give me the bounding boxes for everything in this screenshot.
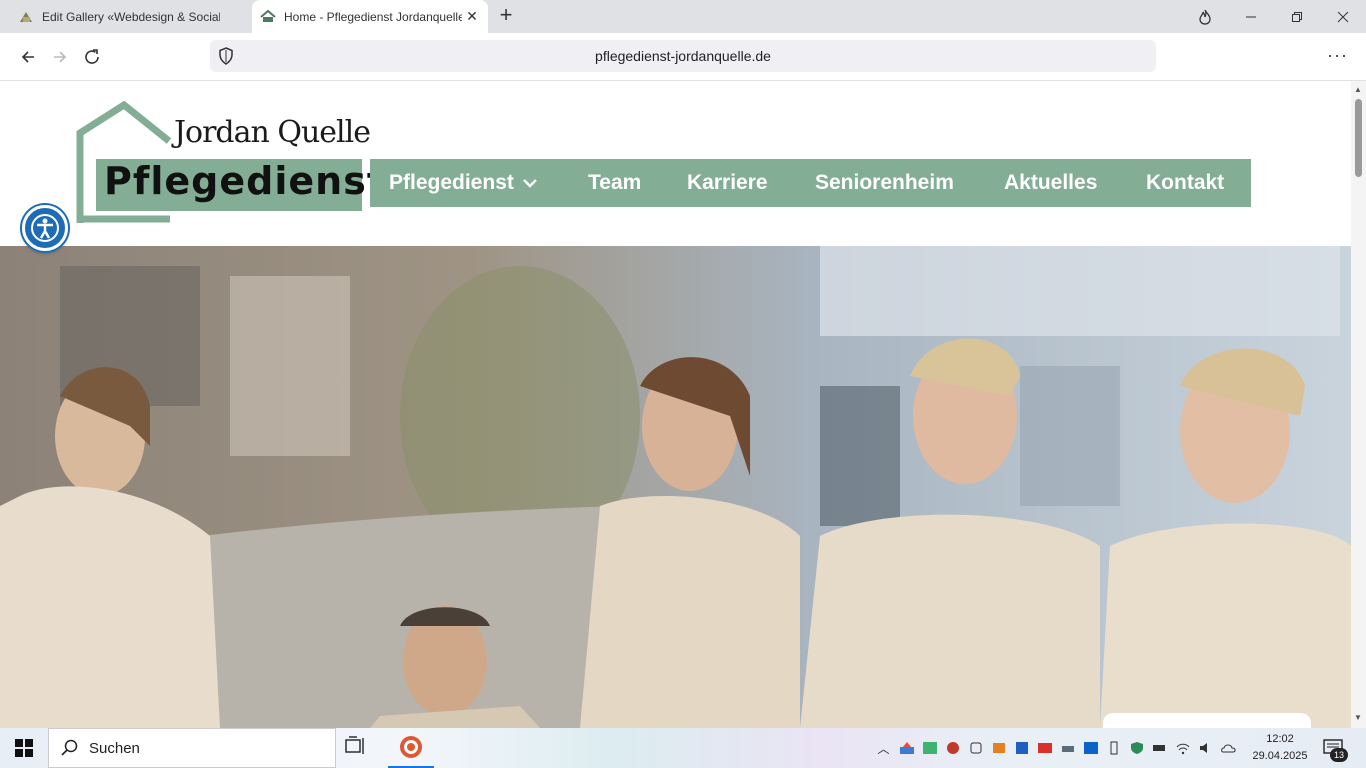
notification-count-badge: 13 [1330, 748, 1348, 762]
windows-taskbar: Suchen ︿ 12:02 29.04.2025 [0, 728, 1366, 768]
close-window-icon[interactable] [1320, 0, 1366, 33]
tab-title: Edit Gallery «Webdesign & Social-M [42, 9, 220, 24]
page-scrollbar[interactable]: ▲ ▼ [1351, 81, 1366, 728]
security-shield-icon[interactable] [1125, 740, 1148, 756]
clock-date: 29.04.2025 [1252, 750, 1308, 762]
forward-arrow-icon[interactable] [46, 43, 74, 71]
notification-count: 13 [1333, 750, 1344, 760]
more-menu-icon[interactable]: ··· [1327, 45, 1348, 66]
jordanquelle-favicon-icon [260, 9, 276, 22]
address-bar[interactable]: pflegedienst-jordanquelle.de [210, 40, 1156, 72]
printer-icon[interactable] [1056, 740, 1079, 756]
duckduckgo-browser-icon[interactable] [388, 728, 434, 768]
restore-icon[interactable] [1274, 0, 1320, 33]
nav-item-label: Pflegedienst [389, 171, 514, 194]
web-page: Jordan Quelle Pflegedienst Pflegedienst … [0, 81, 1351, 728]
browser-toolbar: pflegedienst-jordanquelle.de ··· [0, 33, 1366, 81]
network-drive-icon[interactable] [895, 740, 918, 756]
taskbar-search[interactable]: Suchen [48, 728, 336, 768]
battery-icon[interactable] [1148, 740, 1171, 756]
nav-item-team[interactable]: Team [588, 171, 641, 195]
back-arrow-icon[interactable] [14, 43, 42, 71]
hero-team-photo [0, 246, 1351, 728]
new-tab-icon[interactable]: + [494, 4, 518, 28]
nav-item-kontakt[interactable]: Kontakt [1146, 171, 1224, 195]
logo-wordmark-top: Jordan Quelle [174, 115, 371, 150]
sync-app-icon[interactable] [918, 740, 941, 756]
blue-app-icon[interactable] [1010, 740, 1033, 756]
close-tab-icon[interactable]: ✕ [462, 8, 482, 25]
search-label: Suchen [89, 739, 140, 757]
camera-icon[interactable] [964, 740, 987, 756]
device-icon[interactable] [1102, 740, 1125, 756]
system-clock[interactable]: 12:02 29.04.2025 [1248, 731, 1312, 765]
tab-home-pflegedienst[interactable]: Home - Pflegedienst Jordanquelle ✕ [252, 0, 488, 33]
search-icon [61, 739, 78, 756]
windows-start-icon[interactable] [0, 728, 48, 768]
url-text: pflegedienst-jordanquelle.de [595, 48, 771, 64]
flame-icon[interactable] [1182, 0, 1228, 33]
scroll-thumb[interactable] [1355, 99, 1362, 177]
nav-item-karriere[interactable]: Karriere [687, 171, 768, 195]
site-logo[interactable]: Jordan Quelle Pflegedienst [74, 101, 385, 226]
show-hidden-icons-icon[interactable]: ︿ [872, 740, 895, 756]
volume-icon[interactable] [1194, 740, 1217, 756]
task-view-icon[interactable] [345, 736, 373, 760]
chevron-down-icon [523, 179, 537, 188]
accessibility-button[interactable] [22, 205, 68, 251]
nav-item-aktuelles[interactable]: Aktuelles [1004, 171, 1097, 195]
onedrive-icon[interactable] [1217, 740, 1240, 756]
wordpress-favicon-icon [20, 11, 32, 22]
scroll-down-icon[interactable]: ▼ [1354, 713, 1362, 722]
system-tray: ︿ [872, 728, 1240, 768]
scroll-up-icon[interactable]: ▲ [1354, 85, 1362, 94]
tab-edit-gallery[interactable]: Edit Gallery «Webdesign & Social-M [8, 0, 248, 33]
reload-icon[interactable] [78, 43, 106, 71]
outlook-icon[interactable] [1079, 740, 1102, 756]
browser-tab-strip: Edit Gallery «Webdesign & Social-M Home … [0, 0, 1366, 33]
main-navigation: Pflegedienst Team Karriere Seniorenheim … [370, 159, 1251, 207]
nav-item-seniorenheim[interactable]: Seniorenheim [815, 171, 954, 195]
red-app-icon[interactable] [1033, 740, 1056, 756]
box-app-icon[interactable] [987, 740, 1010, 756]
accessibility-icon [31, 214, 59, 242]
logo-wordmark-main: Pflegedienst [104, 159, 386, 203]
wifi-icon[interactable] [1171, 740, 1194, 756]
cloud-app-icon[interactable] [941, 740, 964, 756]
clock-time: 12:02 [1266, 733, 1294, 745]
nav-item-pflegedienst[interactable]: Pflegedienst [389, 171, 538, 195]
tab-title: Home - Pflegedienst Jordanquelle [284, 9, 462, 24]
chat-widget-tab[interactable] [1103, 713, 1311, 728]
minimize-icon[interactable] [1228, 0, 1274, 33]
